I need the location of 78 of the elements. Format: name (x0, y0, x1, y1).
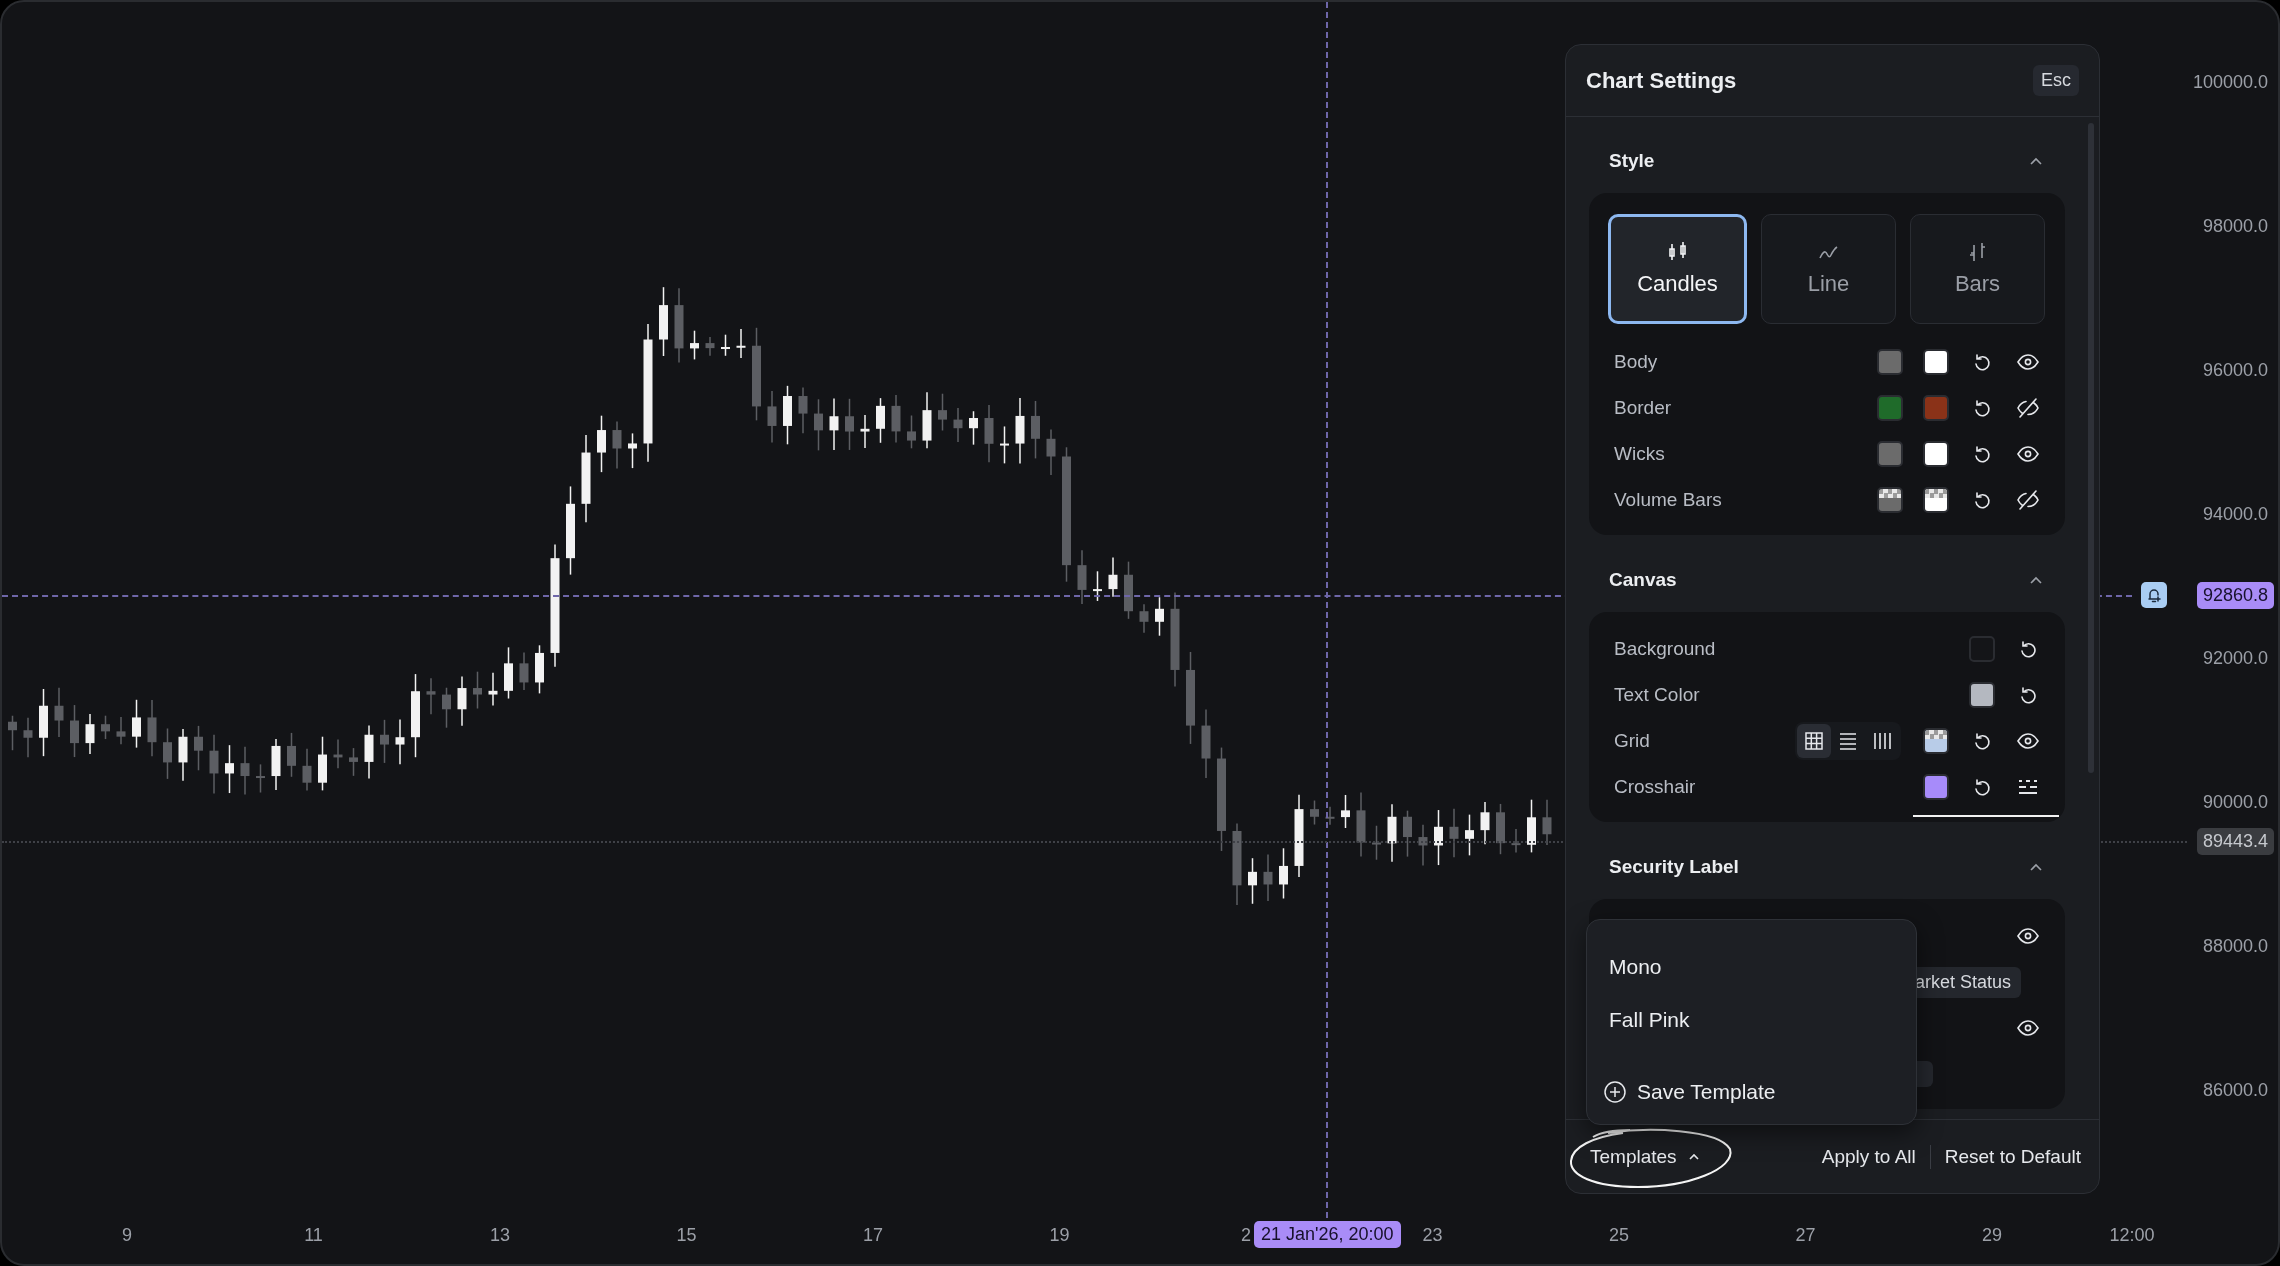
close-key-button[interactable]: Esc (2033, 65, 2079, 96)
eye-slash-icon[interactable] (2016, 398, 2040, 418)
eye-icon[interactable] (2016, 927, 2040, 945)
price-axis-label: 96000.0 (2202, 359, 2268, 381)
color-swatch[interactable] (1969, 682, 1995, 708)
price-axis-label: 92000.0 (2202, 647, 2268, 669)
setting-label: Wicks (1614, 443, 1665, 465)
color-swatch[interactable] (1969, 636, 1995, 662)
color-swatch[interactable] (1877, 487, 1903, 513)
crosshair-time-label: 21 Jan'26, 20:00 (1254, 1221, 1401, 1248)
reset-icon[interactable] (1972, 490, 1992, 510)
time-axis-label: 13 (490, 1224, 510, 1246)
time-axis-label: 27 (1795, 1224, 1816, 1246)
setting-label: Text Color (1614, 684, 1700, 706)
templates-button[interactable]: Templates (1590, 1145, 1701, 1168)
time-axis-label: 25 (1609, 1224, 1629, 1246)
grid-icon[interactable] (1797, 724, 1831, 758)
panel-title: Chart Settings (1586, 67, 1737, 94)
eye-icon[interactable] (2016, 1019, 2040, 1037)
chart-type-option[interactable]: Line (1761, 214, 1896, 324)
price-axis-label: 90000.0 (2202, 791, 2268, 813)
bell-plus-icon[interactable] (2141, 582, 2167, 608)
apply-to-all-button[interactable]: Apply to All (1821, 1145, 1916, 1168)
time-axis-label: 15 (676, 1224, 697, 1246)
color-swatch[interactable] (1877, 349, 1903, 375)
setting-label: Border (1614, 397, 1672, 419)
section-title: Security Label (1609, 856, 1739, 878)
setting-label: Volume Bars (1614, 489, 1722, 511)
time-axis-label: 12:00 (2109, 1224, 2155, 1246)
color-swatch[interactable] (1923, 728, 1949, 754)
save-template-button[interactable]: Save Template (1587, 1071, 1916, 1113)
chart-type-option[interactable]: Candles (1608, 214, 1747, 324)
reset-icon[interactable] (2018, 685, 2038, 705)
crosshair-price-label: 92860.8 (2196, 582, 2274, 609)
chevron-icon[interactable] (2029, 575, 2043, 585)
chevron-icon[interactable] (2029, 862, 2043, 872)
setting-label: Crosshair (1614, 776, 1696, 798)
reset-icon[interactable] (1972, 352, 1992, 372)
price-axis-label: 98000.0 (2202, 215, 2268, 237)
color-swatch[interactable] (1923, 774, 1949, 800)
time-axis-label: 23 (1422, 1224, 1443, 1246)
last-price-label: 89443.4 (2196, 828, 2274, 855)
line-style-icon[interactable] (2017, 778, 2039, 796)
color-swatch[interactable] (1923, 395, 1949, 421)
color-swatch[interactable] (1923, 487, 1949, 513)
plus-circle-icon (1603, 1080, 1627, 1104)
chart-type-option[interactable]: Bars (1910, 214, 2045, 324)
price-axis-label: 88000.0 (2202, 935, 2268, 957)
eye-icon[interactable] (2016, 445, 2040, 463)
section-title: Style (1609, 150, 1655, 172)
color-swatch[interactable] (1923, 349, 1949, 375)
setting-label: Background (1614, 638, 1716, 660)
reset-icon[interactable] (1972, 444, 1992, 464)
color-swatch[interactable] (1923, 441, 1949, 467)
price-axis-label: 94000.0 (2202, 503, 2268, 525)
price-axis-label: 86000.0 (2202, 1079, 2268, 1101)
time-axis-label: 9 (122, 1224, 132, 1246)
template-menu-item[interactable]: Fall Pink (1587, 999, 1916, 1041)
reset-icon[interactable] (1972, 398, 1992, 418)
color-swatch[interactable] (1877, 395, 1903, 421)
reset-to-default-button[interactable]: Reset to Default (1944, 1145, 2081, 1168)
section-title: Canvas (1609, 569, 1677, 591)
time-axis-label: 17 (863, 1224, 883, 1246)
price-axis-label: 100000.0 (2192, 71, 2268, 93)
time-axis-label: 2 (1241, 1224, 1251, 1246)
setting-label: Grid (1614, 730, 1650, 752)
eye-icon[interactable] (2016, 732, 2040, 750)
color-swatch[interactable] (1877, 441, 1903, 467)
reset-icon[interactable] (1972, 731, 1992, 751)
setting-label: Body (1614, 351, 1658, 373)
reset-icon[interactable] (2018, 639, 2038, 659)
time-axis-label: 19 (1049, 1224, 1070, 1246)
eye-slash-icon[interactable] (2016, 490, 2040, 510)
chevron-icon[interactable] (2029, 156, 2043, 166)
time-axis-label: 11 (304, 1224, 323, 1246)
eye-icon[interactable] (2016, 353, 2040, 371)
time-axis-label: 29 (1982, 1224, 2002, 1246)
reset-icon[interactable] (1972, 777, 1992, 797)
